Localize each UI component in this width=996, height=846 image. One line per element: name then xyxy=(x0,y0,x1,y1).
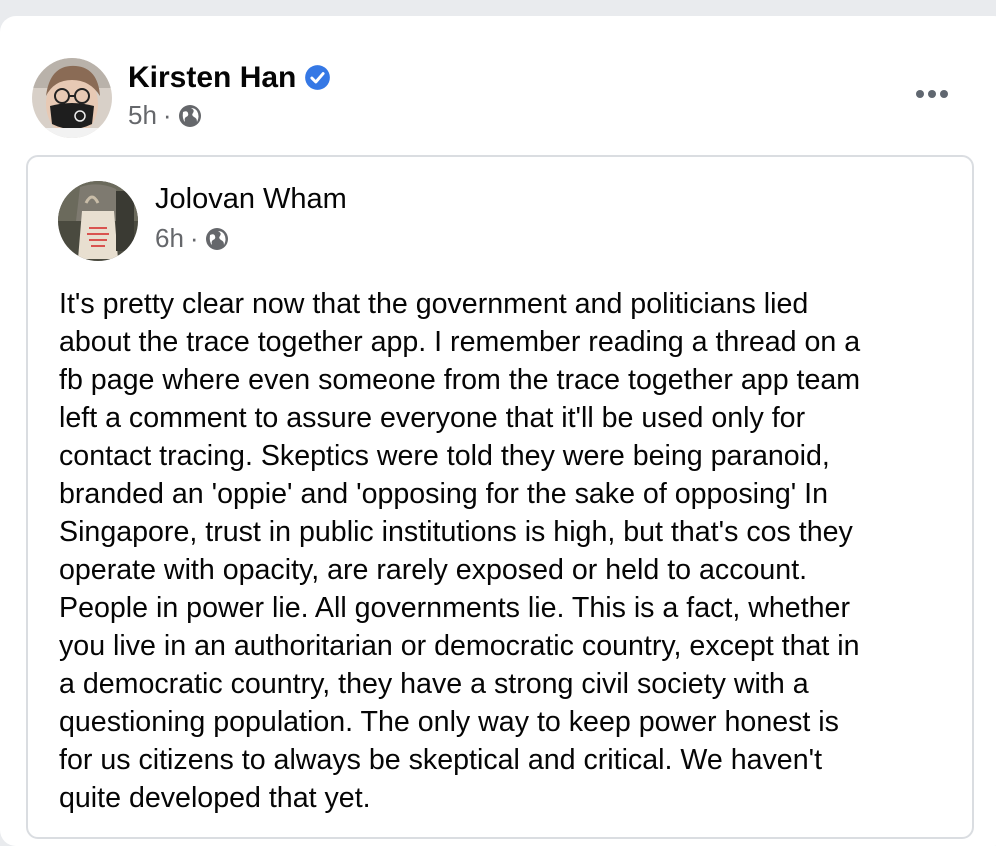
shared-author-avatar-image xyxy=(58,181,138,261)
shared-post[interactable]: Jolovan Wham 6h · It's pretty clear now … xyxy=(26,155,974,839)
post-timestamp[interactable]: 5h xyxy=(128,100,157,131)
author-name[interactable]: Kirsten Han xyxy=(128,61,296,95)
more-options-dot xyxy=(928,90,936,98)
post-card: Kirsten Han 5h · Jolovan Wham 6h · It's … xyxy=(0,16,996,846)
meta-separator: · xyxy=(189,223,199,253)
verified-badge-icon xyxy=(305,65,330,90)
globe-icon[interactable] xyxy=(205,227,229,251)
author-avatar-image xyxy=(32,58,112,138)
post-meta: 5h · xyxy=(128,100,202,131)
globe-icon[interactable] xyxy=(178,104,202,128)
shared-post-meta: 6h · xyxy=(155,223,229,254)
more-options-icon xyxy=(916,90,924,98)
shared-post-timestamp[interactable]: 6h xyxy=(155,223,184,254)
shared-post-text: It's pretty clear now that the governmen… xyxy=(59,288,861,814)
more-options-dot xyxy=(940,90,948,98)
shared-author-avatar[interactable] xyxy=(58,181,138,261)
shared-author-name[interactable]: Jolovan Wham xyxy=(155,183,347,216)
author-avatar[interactable] xyxy=(32,58,112,138)
more-options-button[interactable] xyxy=(908,76,956,112)
meta-separator: · xyxy=(162,100,172,130)
